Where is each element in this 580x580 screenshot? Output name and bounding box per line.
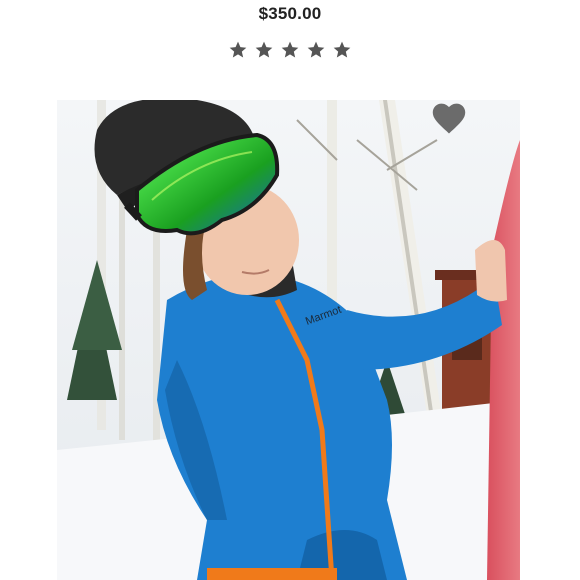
price-label: $350.00 (258, 4, 322, 23)
star-icon[interactable] (332, 40, 352, 60)
heart-icon (432, 103, 466, 134)
star-icon[interactable] (228, 40, 248, 60)
listing-page: $350.00 Marmot (0, 0, 580, 580)
star-icon[interactable] (306, 40, 326, 60)
like-button[interactable] (430, 101, 468, 135)
star-icon[interactable] (280, 40, 300, 60)
product-photo[interactable]: Marmot (57, 100, 520, 580)
star-icon[interactable] (254, 40, 274, 60)
rating-stars (0, 40, 580, 60)
